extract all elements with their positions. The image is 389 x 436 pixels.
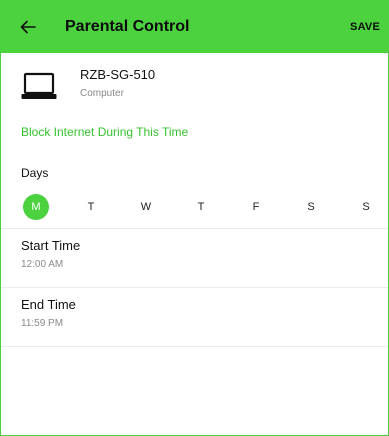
page-title: Parental Control — [65, 18, 190, 35]
day-wednesday[interactable]: W — [132, 193, 160, 221]
start-time-value: 12:00 AM — [21, 259, 64, 270]
day-monday[interactable]: M — [23, 194, 49, 220]
device-type: Computer — [80, 88, 124, 99]
day-friday[interactable]: F — [242, 193, 270, 221]
start-time-label: Start Time — [21, 238, 81, 253]
divider — [1, 346, 388, 347]
end-time-row[interactable]: End Time 11:59 PM — [1, 288, 388, 346]
laptop-icon — [21, 72, 57, 99]
save-button[interactable]: SAVE — [350, 1, 380, 53]
app-bar: Parental Control SAVE — [1, 1, 388, 53]
end-time-value: 11:59 PM — [21, 318, 64, 329]
end-time-label: End Time — [21, 297, 76, 312]
day-tuesday[interactable]: T — [77, 193, 105, 221]
device-name: RZB-SG-510 — [80, 67, 156, 82]
day-saturday[interactable]: S — [297, 193, 325, 221]
day-sunday[interactable]: S — [352, 193, 380, 221]
day-thursday[interactable]: T — [187, 193, 215, 221]
block-internet-label: Block Internet During This Time — [21, 125, 189, 139]
days-label: Days — [21, 166, 49, 180]
app-screen: Parental Control SAVE RZB-SG-510 Compute… — [0, 0, 389, 436]
days-selector: M T W T F S S — [1, 193, 388, 221]
arrow-left-icon — [20, 20, 36, 34]
back-button[interactable] — [15, 14, 41, 40]
start-time-row[interactable]: Start Time 12:00 AM — [1, 229, 388, 287]
